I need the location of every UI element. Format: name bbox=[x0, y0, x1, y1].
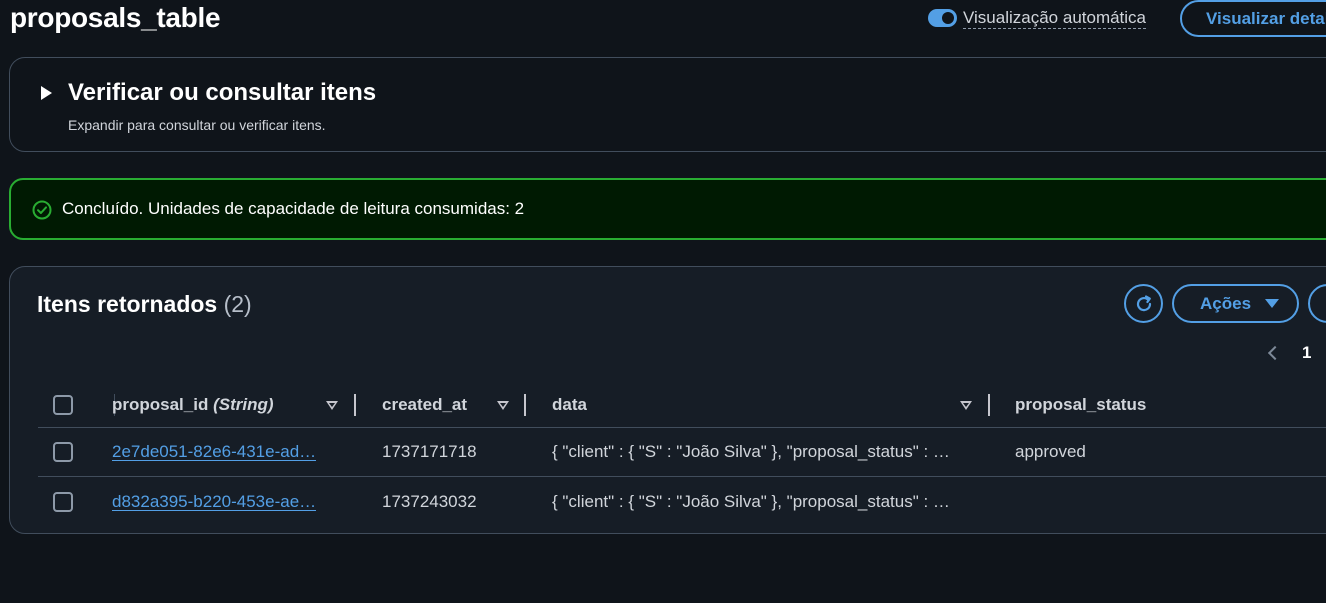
query-panel[interactable]: Verificar ou consultar itens Expandir pa… bbox=[9, 57, 1326, 152]
actions-label: Ações bbox=[1200, 293, 1252, 313]
column-resizer[interactable] bbox=[354, 394, 356, 416]
results-count: (2) bbox=[223, 291, 252, 317]
sort-icon[interactable] bbox=[326, 401, 338, 410]
row-checkbox[interactable] bbox=[53, 491, 73, 512]
column-header-data[interactable]: data bbox=[552, 383, 587, 427]
proposal-status-cell: approved bbox=[1015, 442, 1086, 461]
pagination: 1 bbox=[1266, 341, 1311, 365]
column-header-created-at[interactable]: created_at bbox=[382, 383, 467, 427]
view-details-button[interactable]: Visualizar detalhes bbox=[1180, 0, 1326, 37]
page-number-current[interactable]: 1 bbox=[1302, 343, 1311, 363]
column-header-proposal-id[interactable]: proposal_id (String) bbox=[112, 383, 274, 427]
page-title: proposals_table bbox=[10, 2, 221, 33]
column-resizer[interactable] bbox=[988, 394, 990, 416]
data-cell: { "client" : { "S" : "João Silva" }, "pr… bbox=[552, 477, 972, 526]
alert-message: Concluído. Unidades de capacidade de lei… bbox=[62, 199, 525, 218]
actions-dropdown-button[interactable]: Ações bbox=[1172, 284, 1299, 323]
row-select-cell[interactable] bbox=[53, 428, 73, 476]
data-cell-text: { "client" : { "S" : "João Silva" }, "pr… bbox=[552, 491, 950, 511]
refresh-button[interactable] bbox=[1124, 284, 1163, 323]
data-cell: { "client" : { "S" : "João Silva" }, "pr… bbox=[552, 428, 972, 476]
auto-view-label[interactable]: Visualização automática bbox=[963, 8, 1147, 29]
data-cell-text: { "client" : { "S" : "João Silva" }, "pr… bbox=[552, 442, 950, 461]
table-row: d832a395-b220-453e-ae… 1737243032 { "cli… bbox=[38, 477, 1326, 526]
table-header-row: proposal_id (String) created_at data pro… bbox=[38, 383, 1326, 428]
table-row: 2e7de051-82e6-431e-ad… 1737171718 { "cli… bbox=[38, 428, 1326, 477]
sort-icon[interactable] bbox=[497, 401, 509, 410]
success-alert: Concluído. Unidades de capacidade de lei… bbox=[9, 178, 1326, 240]
page: proposals_table Visualização automática … bbox=[0, 0, 1326, 603]
created-at-cell: 1737243032 bbox=[382, 491, 477, 511]
auto-view-toggle-group[interactable]: Visualização automática bbox=[928, 6, 1147, 30]
check-circle-icon bbox=[32, 200, 52, 220]
proposal-id-cell[interactable]: d832a395-b220-453e-ae… bbox=[112, 477, 336, 526]
proposal-id-cell[interactable]: 2e7de051-82e6-431e-ad… bbox=[112, 428, 336, 476]
caret-down-icon bbox=[1265, 299, 1280, 308]
refresh-icon bbox=[1136, 294, 1151, 311]
row-select-cell[interactable] bbox=[53, 477, 73, 526]
select-all-cell[interactable] bbox=[53, 383, 73, 427]
items-table: proposal_id (String) created_at data pro… bbox=[38, 383, 1326, 526]
column-resizer[interactable] bbox=[524, 394, 526, 416]
created-at-cell: 1737171718 bbox=[382, 442, 477, 461]
auto-view-toggle[interactable] bbox=[928, 9, 957, 27]
query-panel-heading[interactable]: Verificar ou consultar itens bbox=[68, 78, 376, 108]
proposal-id-link[interactable]: d832a395-b220-453e-ae… bbox=[112, 492, 316, 512]
chevron-left-icon[interactable] bbox=[1267, 345, 1283, 361]
select-all-checkbox[interactable] bbox=[53, 395, 73, 415]
column-header-proposal-status[interactable]: proposal_status bbox=[1015, 383, 1146, 427]
results-container: Itens retornados (2) Ações 1 proposal_id… bbox=[9, 266, 1326, 534]
proposal-id-link[interactable]: 2e7de051-82e6-431e-ad… bbox=[112, 442, 316, 462]
column-header-label: proposal_id bbox=[112, 395, 209, 414]
query-panel-subtext: Expandir para consultar ou verificar ite… bbox=[68, 117, 326, 133]
results-title: Itens retornados (2) bbox=[37, 289, 252, 319]
column-header-type: (String) bbox=[213, 395, 274, 414]
sort-icon[interactable] bbox=[960, 401, 972, 410]
results-title-text: Itens retornados bbox=[37, 291, 218, 317]
more-button[interactable] bbox=[1308, 284, 1326, 323]
caret-right-icon[interactable] bbox=[41, 86, 52, 100]
row-checkbox[interactable] bbox=[53, 442, 73, 462]
